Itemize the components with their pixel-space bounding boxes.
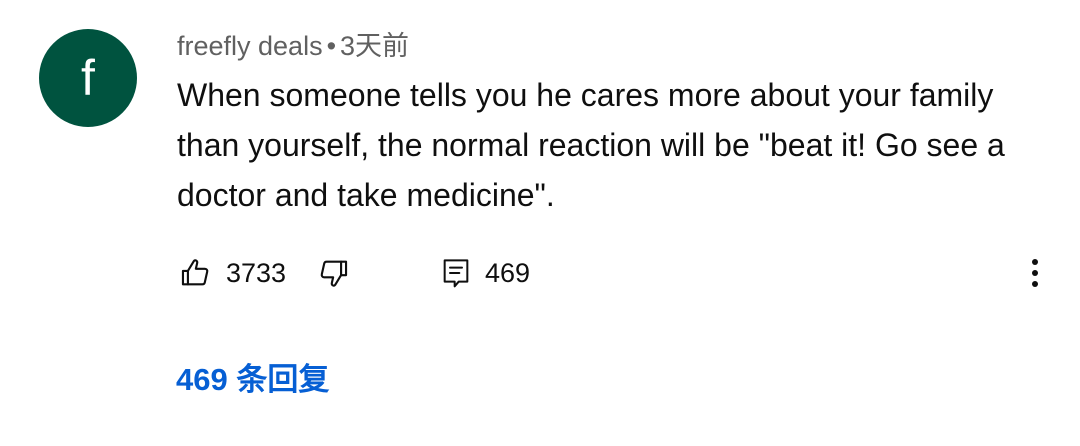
comment-icon	[441, 257, 471, 289]
comment-timestamp: 3天前	[340, 31, 410, 61]
author-name[interactable]: freefly deals	[177, 31, 323, 61]
view-replies-link[interactable]: 469 条回复	[176, 358, 329, 402]
comment-actions: 3733 469	[0, 250, 1080, 296]
reply-count: 469	[485, 257, 531, 288]
like-button[interactable]: 3733	[178, 250, 286, 296]
more-actions-button[interactable]	[1020, 250, 1050, 296]
more-vertical-icon	[1031, 257, 1039, 289]
thumb-down-icon	[317, 256, 351, 290]
dislike-button[interactable]	[317, 250, 351, 296]
comment-header: freefly deals • 3天前	[177, 30, 409, 62]
avatar-letter: f	[81, 50, 95, 106]
avatar[interactable]: f	[39, 29, 137, 127]
reply-button[interactable]: 469	[441, 250, 530, 296]
comment-text: When someone tells you he cares more abo…	[177, 77, 1005, 213]
like-count: 3733	[226, 257, 287, 288]
separator-dot: •	[326, 31, 337, 61]
thumb-up-icon	[178, 256, 212, 290]
